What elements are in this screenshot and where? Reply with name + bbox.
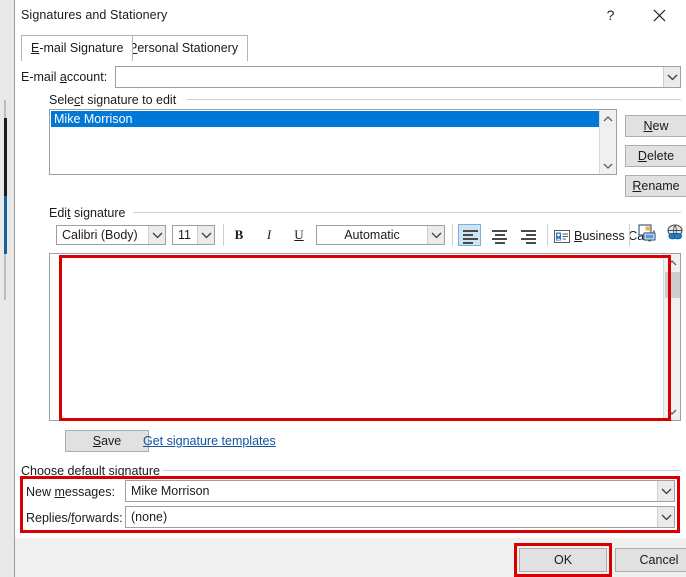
chevron-down-icon[interactable] [663,67,680,87]
email-account-label: E-mail account: [21,70,108,84]
scroll-down-button[interactable] [600,157,616,174]
tab-email-signature-label: -mail Signature [39,41,124,55]
new-signature-label: ew [652,119,669,133]
font-family-dropdown[interactable]: Calibri (Body) [56,225,166,245]
dialog-footer: OK Cancel [15,538,686,577]
toolbar-separator-2 [452,224,453,246]
scroll-up-button[interactable] [664,254,680,271]
italic-icon: I [266,227,272,242]
align-center-button[interactable] [487,224,510,246]
question-mark-icon: ? [606,7,615,23]
dialog-client-area: E-mail account: Select signature to edit… [15,61,686,538]
align-right-icon [517,225,538,244]
window-title: Signatures and Stationery [21,8,168,22]
business-card-icon [554,229,570,249]
font-size-dropdown[interactable]: 11 [172,225,215,245]
scroll-down-button[interactable] [664,403,680,420]
toolbar-separator-3 [547,224,548,246]
font-size-value: 11 [178,228,191,242]
underline-button[interactable]: U [288,224,310,246]
email-account-dropdown[interactable] [115,66,681,88]
font-family-value: Calibri (Body) [62,228,138,242]
replies-forwards-label: Replies/forwards: [26,511,123,525]
signature-list[interactable]: Mike Morrison [49,109,617,175]
select-signature-group-rule [187,99,681,100]
signatures-and-stationery-dialog: Signatures and Stationery ? E-mail Signa… [14,0,686,577]
tab-personal-stationery[interactable]: Personal Stationery [119,35,249,61]
edit-signature-group-rule [133,212,681,213]
get-signature-templates-link[interactable]: Get signature templates [143,434,276,448]
chevron-down-icon[interactable] [197,226,214,244]
select-signature-group-label: Select signature to edit [49,93,177,107]
signature-edit-scrollbar[interactable] [663,254,680,420]
save-button[interactable]: Save [65,430,149,452]
insert-hyperlink-button[interactable] [663,223,686,247]
close-icon [637,9,682,22]
chevron-down-icon[interactable] [657,507,674,527]
rename-signature-label: ename [641,179,680,193]
toolbar-separator [223,224,224,246]
cancel-button[interactable]: Cancel [615,548,686,572]
new-signature-button[interactable]: New [625,115,686,137]
save-button-label: ave [101,434,122,448]
chevron-down-icon[interactable] [657,481,674,501]
new-messages-label: New messages: [26,485,115,499]
delete-signature-label: elete [646,149,675,163]
ok-button[interactable]: OK [519,548,607,572]
background-dark-strip [4,118,7,196]
scroll-up-button[interactable] [600,110,616,127]
replies-forwards-value: (none) [131,510,168,524]
replies-forwards-dropdown[interactable]: (none) [125,506,675,528]
background-window-sliver [0,0,14,577]
bold-icon: B [234,227,244,242]
font-color-dropdown[interactable]: Automatic [316,225,445,245]
close-button[interactable] [637,0,682,31]
default-signature-group-rule [163,470,681,471]
signature-edit-area[interactable] [49,253,681,421]
edit-signature-group-label: Edit signature [49,206,126,220]
align-right-button[interactable] [516,224,539,246]
font-color-value: Automatic [344,228,400,242]
background-blue-strip [4,196,7,254]
align-left-button[interactable] [458,224,481,246]
italic-button[interactable]: I [258,224,280,246]
tab-email-signature[interactable]: E-mail Signature [21,35,134,61]
insert-hyperlink-icon [665,224,685,245]
align-center-icon [488,225,509,244]
toolbar-separator-4 [629,224,630,246]
tab-personal-stationery-label: ersonal Stationery [137,41,239,55]
new-messages-value: Mike Morrison [131,484,210,498]
underline-icon: U [294,227,304,242]
align-left-icon [459,225,480,244]
signature-list-scrollbar[interactable] [599,110,616,174]
title-bar: Signatures and Stationery ? [15,0,686,33]
signature-edit-content[interactable] [54,257,660,417]
delete-signature-button[interactable]: Delete [625,145,686,167]
new-messages-dropdown[interactable]: Mike Morrison [125,480,675,502]
insert-picture-icon [637,224,657,245]
chevron-down-icon[interactable] [427,226,444,244]
bold-button[interactable]: B [228,224,250,246]
insert-picture-button[interactable] [635,223,659,247]
chevron-down-icon[interactable] [148,226,165,244]
scrollbar-thumb[interactable] [665,272,680,298]
default-signature-group-label: Choose default signature [21,464,160,478]
tab-strip: E-mail Signature Personal Stationery [15,32,686,61]
help-button[interactable]: ? [588,0,633,31]
rename-signature-button[interactable]: Rename [625,175,686,197]
list-item-signature[interactable]: Mike Morrison [51,111,599,127]
